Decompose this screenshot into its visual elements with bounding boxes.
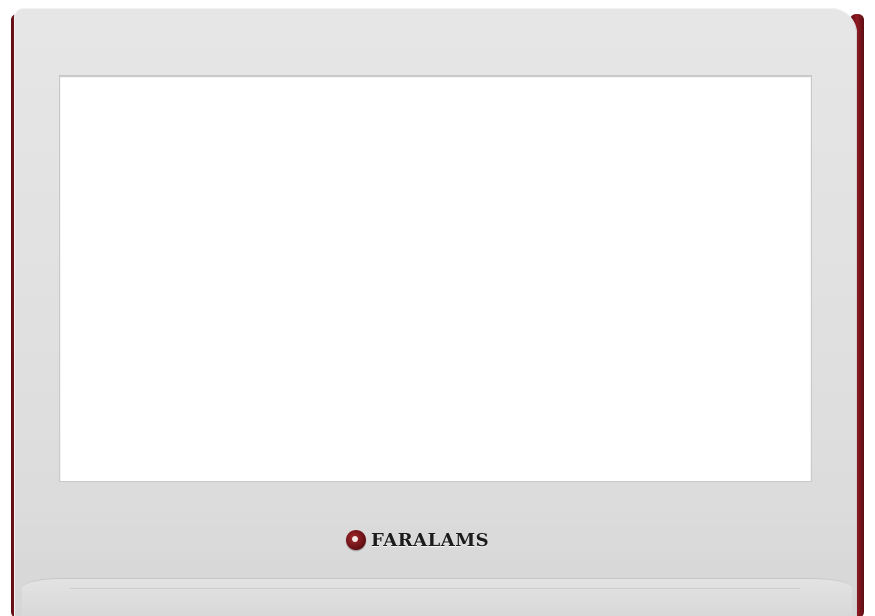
device-base [22,578,852,616]
brand-name: FARALAMS [371,529,490,551]
device-frame: FARALAMS [0,0,875,616]
display-screen[interactable] [60,76,811,481]
faralams-logo-icon [346,530,366,550]
base-divider [70,588,800,589]
device-bezel [14,8,857,616]
brand-logo: FARALAMS [346,529,489,551]
